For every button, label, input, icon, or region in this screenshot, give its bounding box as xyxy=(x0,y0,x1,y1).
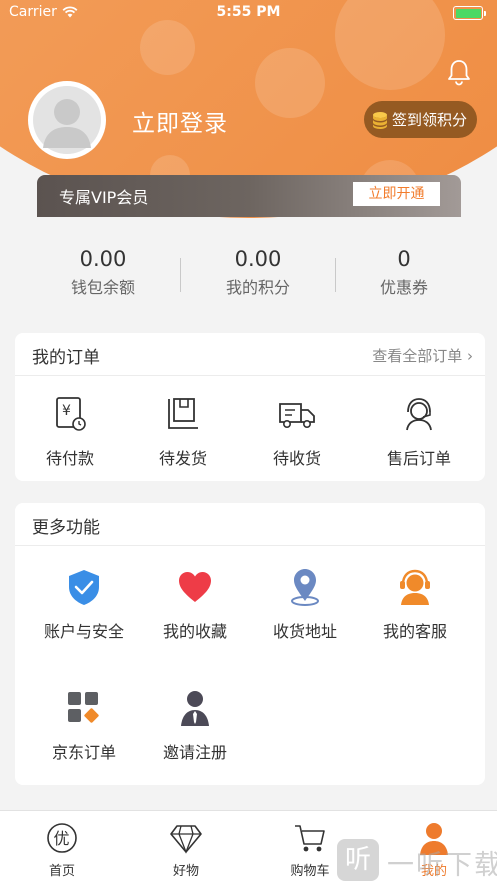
svg-text:¥: ¥ xyxy=(62,403,71,419)
you-badge-icon: 优 xyxy=(47,823,77,853)
user-icon xyxy=(420,823,448,855)
decor-bubble xyxy=(255,48,325,118)
stat-points[interactable]: 0.00 我的积分 xyxy=(178,228,338,298)
bell-icon[interactable] xyxy=(444,57,474,87)
stat-wallet[interactable]: 0.00 钱包余额 xyxy=(23,228,183,298)
stat-coupons[interactable]: 0 优惠券 xyxy=(324,228,484,298)
shield-check-icon xyxy=(69,570,99,605)
stat-label: 我的积分 xyxy=(225,278,290,297)
default-avatar-icon xyxy=(33,86,101,154)
grid-icon xyxy=(68,692,99,723)
location-pin-icon xyxy=(291,569,319,606)
account-stats: 0.00 钱包余额 0.00 我的积分 0 优惠券 xyxy=(0,228,497,308)
feature-label: 邀请注册 xyxy=(162,743,227,762)
feature-label: 我的收藏 xyxy=(162,622,227,641)
more-functions-title: 更多功能 xyxy=(32,518,100,538)
order-pending-payment[interactable]: ¥ 待付款 xyxy=(15,394,125,469)
clock: 5:55 PM xyxy=(216,4,281,20)
tab-home[interactable]: 优 首页 xyxy=(22,821,102,879)
vip-label: 专属VIP会员 xyxy=(59,188,149,207)
feature-customer-service[interactable]: 我的客服 xyxy=(360,567,470,642)
service-agent-icon xyxy=(406,398,432,431)
tab-label: 我的 xyxy=(420,864,447,879)
order-item-label: 待发货 xyxy=(158,449,207,468)
login-link[interactable]: 立即登录 xyxy=(132,104,228,138)
tab-label: 好物 xyxy=(172,864,199,879)
tab-label: 购物车 xyxy=(290,864,330,879)
more-functions-card: 更多功能 账户与安全 我的收藏 收货地址 我的客服 京东订单 邀请注册 xyxy=(15,503,485,785)
svg-text:优: 优 xyxy=(54,829,70,848)
cart-icon xyxy=(295,825,325,852)
feature-label: 京东订单 xyxy=(51,743,116,762)
vip-open-button[interactable]: 立即开通 xyxy=(353,182,440,206)
truck-icon xyxy=(279,403,315,428)
feature-account-security[interactable]: 账户与安全 xyxy=(29,567,139,642)
vip-banner: 专属VIP会员 立即开通 xyxy=(37,175,461,217)
order-after-sales[interactable]: 售后订单 xyxy=(364,394,474,469)
person-tie-icon xyxy=(181,691,209,726)
feature-label: 收货地址 xyxy=(272,622,337,641)
order-item-label: 待付款 xyxy=(45,449,94,468)
order-item-label: 售后订单 xyxy=(386,449,451,468)
package-icon xyxy=(168,398,198,429)
more-functions-header: 更多功能 xyxy=(15,503,485,546)
order-pending-receipt[interactable]: 待收货 xyxy=(242,394,352,469)
stat-label: 优惠券 xyxy=(379,278,428,297)
status-bar: Carrier 5:55 PM xyxy=(0,0,497,26)
feature-invite-register[interactable]: 邀请注册 xyxy=(140,688,250,763)
stat-value: 0.00 xyxy=(79,247,127,271)
signin-points-button[interactable]: 签到领积分 xyxy=(364,101,477,138)
feature-label: 账户与安全 xyxy=(43,622,124,641)
headset-icon xyxy=(400,569,430,605)
orders-card: 我的订单 查看全部订单 › ¥ 待付款 待发货 待收货 售后订单 xyxy=(15,333,485,481)
stat-value: 0 xyxy=(397,247,411,271)
orders-header: 我的订单 查看全部订单 › xyxy=(15,333,485,376)
tab-mine[interactable]: 我的 xyxy=(394,821,474,879)
tab-label: 首页 xyxy=(48,864,75,879)
battery-icon xyxy=(453,6,486,20)
bottom-tab-bar: 优 首页 好物 购物车 我的 xyxy=(0,810,497,883)
stat-value: 0.00 xyxy=(234,247,282,271)
feature-favorites[interactable]: 我的收藏 xyxy=(140,567,250,642)
order-pending-shipment[interactable]: 待发货 xyxy=(128,394,238,469)
view-all-orders-link[interactable]: 查看全部订单 › xyxy=(372,345,473,366)
feature-label: 我的客服 xyxy=(382,622,447,641)
signin-points-label: 签到领积分 xyxy=(392,111,468,129)
payment-icon: ¥ xyxy=(56,397,86,431)
feature-jd-orders[interactable]: 京东订单 xyxy=(29,688,139,763)
tab-cart[interactable]: 购物车 xyxy=(270,821,350,879)
tab-goods[interactable]: 好物 xyxy=(146,821,226,879)
avatar[interactable] xyxy=(28,81,106,159)
decor-bubble xyxy=(140,20,195,75)
coin-stack-icon xyxy=(373,111,387,129)
orders-title: 我的订单 xyxy=(32,348,100,368)
profile-header: Carrier 5:55 PM 立即登录 签到领积分 专属VIP会员 立即开通 xyxy=(0,0,497,225)
stat-label: 钱包余额 xyxy=(70,278,135,297)
feature-shipping-address[interactable]: 收货地址 xyxy=(250,567,360,642)
heart-icon xyxy=(179,572,211,602)
order-item-label: 待收货 xyxy=(272,449,321,468)
diamond-icon xyxy=(170,825,202,854)
